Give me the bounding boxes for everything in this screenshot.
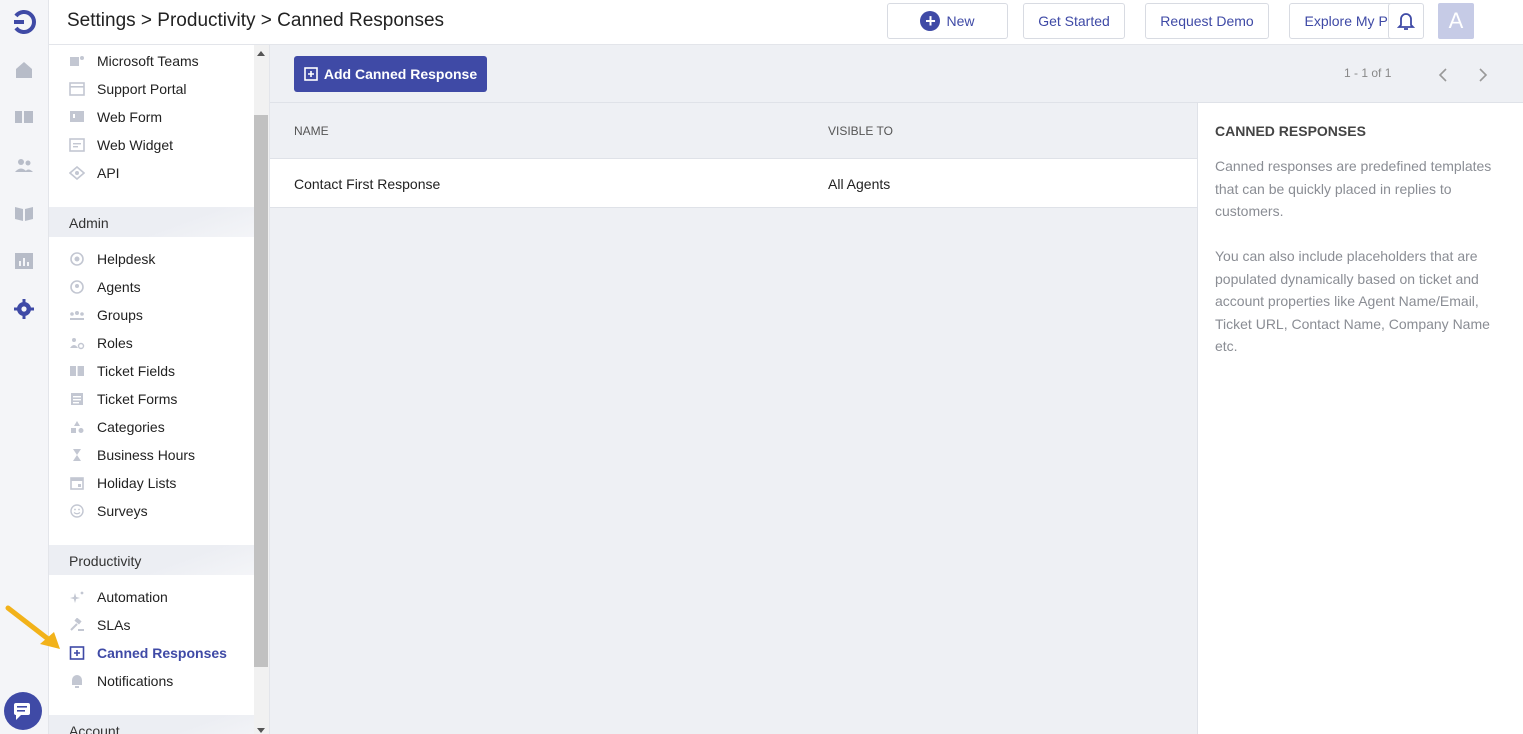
chat-support-button[interactable] <box>4 692 42 730</box>
home-icon[interactable] <box>12 58 36 80</box>
sidebar-item-helpdesk[interactable]: Helpdesk <box>49 245 254 273</box>
sidebar-item-support-portal[interactable]: Support Portal <box>49 75 254 103</box>
notifications-button[interactable] <box>1388 3 1424 39</box>
cell-name[interactable]: Contact First Response <box>294 176 440 192</box>
column-header-name[interactable]: NAME <box>294 124 329 138</box>
breadcrumb: Settings > Productivity > Canned Respons… <box>67 10 445 31</box>
request-demo-button[interactable]: Request Demo <box>1145 3 1269 39</box>
gavel-icon <box>70 618 84 631</box>
scroll-up-arrow-icon[interactable] <box>257 51 265 56</box>
app-logo-icon[interactable] <box>10 8 38 36</box>
section-admin: Admin <box>49 207 254 237</box>
groups-icon <box>70 311 84 320</box>
api-icon <box>69 166 85 180</box>
ticket-forms-icon <box>71 393 83 405</box>
helpdesk-icon <box>70 252 84 266</box>
sidebar-item-web-widget[interactable]: Web Widget <box>49 131 254 159</box>
annotation-arrow-icon <box>5 605 60 649</box>
sidebar-item-notifications[interactable]: Notifications <box>49 667 254 695</box>
sidebar-item-agents[interactable]: Agents <box>49 273 254 301</box>
categories-icon <box>71 421 84 433</box>
info-paragraph-2: You can also include placeholders that a… <box>1215 248 1490 354</box>
chat-icon <box>14 703 30 720</box>
section-productivity: Productivity <box>49 545 254 575</box>
add-canned-response-button[interactable]: Add Canned Response <box>294 56 487 92</box>
sidebar-item-ticket-forms[interactable]: Ticket Forms <box>49 385 254 413</box>
agent-icon <box>70 280 84 294</box>
reports-icon[interactable] <box>12 250 36 272</box>
scroll-down-arrow-icon[interactable] <box>257 728 265 733</box>
web-widget-icon <box>69 138 85 152</box>
calendar-icon <box>70 477 84 490</box>
canned-response-icon <box>69 646 85 660</box>
sidebar-item-categories[interactable]: Categories <box>49 413 254 441</box>
section-account: Account <box>49 715 254 734</box>
portal-icon <box>69 82 85 96</box>
user-avatar[interactable]: A <box>1438 3 1474 39</box>
sidebar-item-api[interactable]: API <box>49 159 254 187</box>
get-started-button[interactable]: Get Started <box>1023 3 1125 39</box>
smiley-icon <box>70 504 84 518</box>
ticket-fields-icon <box>70 366 84 376</box>
bell-icon <box>1397 13 1415 30</box>
roles-icon <box>70 338 85 350</box>
sidebar-item-web-form[interactable]: Web Form <box>49 103 254 131</box>
sidebar-item-surveys[interactable]: Surveys <box>49 497 254 525</box>
sidebar-item-holiday-lists[interactable]: Holiday Lists <box>49 469 254 497</box>
sidebar-item-business-hours[interactable]: Business Hours <box>49 441 254 469</box>
info-paragraph-1: Canned responses are predefined template… <box>1215 158 1492 219</box>
sidebar-item-groups[interactable]: Groups <box>49 301 254 329</box>
ticket-icon[interactable] <box>12 106 36 128</box>
sidebar-item-automation[interactable]: Automation <box>49 583 254 611</box>
sidebar-scroll-thumb[interactable] <box>254 115 268 667</box>
hourglass-icon <box>73 449 81 461</box>
teams-icon <box>70 56 84 66</box>
info-panel: CANNED RESPONSES Canned responses are pr… <box>1197 102 1523 734</box>
sidebar-item-slas[interactable]: SLAs <box>49 611 254 639</box>
table-header: NAME VISIBLE TO <box>270 103 1198 159</box>
knowledge-base-icon[interactable] <box>12 202 36 224</box>
table-row[interactable]: Contact First Response All Agents <box>270 159 1198 208</box>
sparkle-icon <box>70 591 84 603</box>
contacts-icon[interactable] <box>12 154 36 176</box>
sidebar-item-ticket-fields[interactable]: Ticket Fields <box>49 357 254 385</box>
sidebar-item-microsoft-teams[interactable]: Microsoft Teams <box>49 47 254 75</box>
chevron-left-icon[interactable] <box>1436 66 1450 84</box>
settings-icon[interactable] <box>12 298 36 320</box>
new-button[interactable]: + New <box>887 3 1008 39</box>
sidebar-item-canned-responses[interactable]: Canned Responses <box>49 639 254 667</box>
info-title: CANNED RESPONSES <box>1215 123 1366 139</box>
pagination-info: 1 - 1 of 1 <box>1344 66 1392 80</box>
sidebar-item-roles[interactable]: Roles <box>49 329 254 357</box>
column-header-visible-to[interactable]: VISIBLE TO <box>828 124 893 138</box>
add-document-icon <box>304 67 318 81</box>
canned-responses-table: NAME VISIBLE TO Contact First Response A… <box>270 102 1198 734</box>
chevron-right-icon[interactable] <box>1476 66 1490 84</box>
web-form-icon <box>70 111 84 122</box>
settings-sidebar: Microsoft Teams Support Portal Web Form … <box>49 45 270 734</box>
bell-icon <box>72 675 82 688</box>
plus-icon: + <box>920 11 941 31</box>
cell-visible-to: All Agents <box>828 176 891 192</box>
